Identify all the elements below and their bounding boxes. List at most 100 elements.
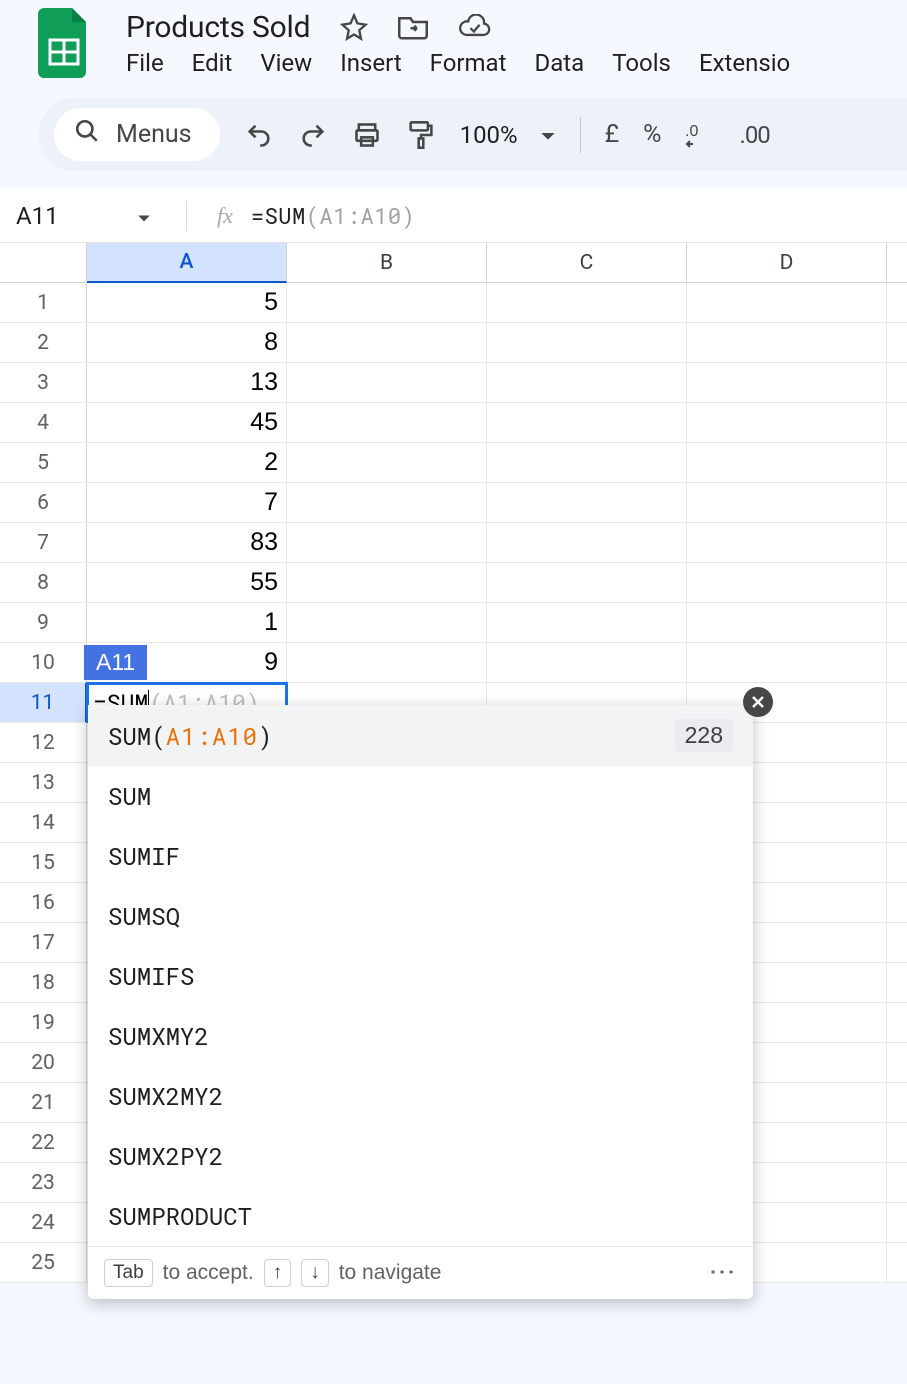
row-header[interactable]: 17 <box>0 923 87 962</box>
row-header[interactable]: 12 <box>0 723 87 762</box>
row-header[interactable]: 24 <box>0 1203 87 1242</box>
row-header[interactable]: 2 <box>0 323 87 362</box>
document-title[interactable]: Products Sold <box>126 10 310 45</box>
row-header[interactable]: 5 <box>0 443 87 482</box>
row-header[interactable]: 9 <box>0 603 87 642</box>
more-icon[interactable]: ⋮ <box>719 1259 727 1287</box>
cell[interactable] <box>287 323 487 362</box>
row-header[interactable]: 19 <box>0 1003 87 1042</box>
print-icon[interactable] <box>352 120 382 150</box>
increase-decimal-icon[interactable]: .00 <box>739 121 769 149</box>
cell[interactable] <box>687 523 887 562</box>
currency-button[interactable]: £ <box>605 120 620 149</box>
cell[interactable] <box>687 403 887 442</box>
cell[interactable] <box>287 443 487 482</box>
cell[interactable] <box>687 283 887 322</box>
cell[interactable]: 8 <box>87 323 287 362</box>
undo-icon[interactable] <box>244 120 274 150</box>
cell[interactable] <box>287 563 487 602</box>
autocomplete-item[interactable]: SUMXMY2 <box>88 1006 753 1066</box>
cell[interactable] <box>487 363 687 402</box>
menu-edit[interactable]: Edit <box>192 49 233 77</box>
menu-view[interactable]: View <box>260 49 312 77</box>
row-header[interactable]: 1 <box>0 283 87 322</box>
cell[interactable] <box>487 643 687 682</box>
row-header[interactable]: 8 <box>0 563 87 602</box>
move-folder-icon[interactable] <box>398 14 428 40</box>
formula-input[interactable]: =SUM(A1:A10) <box>251 201 415 230</box>
row-header[interactable]: 4 <box>0 403 87 442</box>
cloud-saved-icon[interactable] <box>458 14 492 40</box>
cell[interactable]: 7 <box>87 483 287 522</box>
cell[interactable] <box>687 363 887 402</box>
name-box[interactable]: A11 <box>16 202 186 230</box>
cell[interactable] <box>487 403 687 442</box>
autocomplete-item[interactable]: SUMIF <box>88 826 753 886</box>
menu-tools[interactable]: Tools <box>612 49 671 77</box>
redo-icon[interactable] <box>298 120 328 150</box>
cell[interactable]: 13 <box>87 363 287 402</box>
row-header[interactable]: 6 <box>0 483 87 522</box>
star-icon[interactable] <box>340 13 368 41</box>
row-header[interactable]: 22 <box>0 1123 87 1162</box>
cell[interactable] <box>287 603 487 642</box>
row-header[interactable]: 7 <box>0 523 87 562</box>
row-header[interactable]: 10 <box>0 643 87 682</box>
cell[interactable] <box>487 523 687 562</box>
chevron-down-icon[interactable] <box>540 121 556 149</box>
cell[interactable] <box>287 643 487 682</box>
cell[interactable] <box>687 323 887 362</box>
cell[interactable] <box>487 283 687 322</box>
cell[interactable]: 83 <box>87 523 287 562</box>
cell[interactable] <box>687 483 887 522</box>
autocomplete-item[interactable]: SUMSQ <box>88 886 753 946</box>
autocomplete-item[interactable]: SUMIFS <box>88 946 753 1006</box>
column-header-c[interactable]: C <box>487 243 687 282</box>
menu-format[interactable]: Format <box>430 49 507 77</box>
close-icon[interactable] <box>743 687 773 717</box>
menu-data[interactable]: Data <box>534 49 584 77</box>
row-header[interactable]: 16 <box>0 883 87 922</box>
autocomplete-item-first[interactable]: SUM(A1:A10) 228 <box>88 705 753 766</box>
menus-search[interactable]: Menus <box>54 108 220 161</box>
cell[interactable]: 55 <box>87 563 287 602</box>
row-header[interactable]: 15 <box>0 843 87 882</box>
cell[interactable]: 45 <box>87 403 287 442</box>
row-header[interactable]: 20 <box>0 1043 87 1082</box>
cell[interactable] <box>287 483 487 522</box>
menu-extensions[interactable]: Extensio <box>699 49 790 77</box>
cell[interactable] <box>287 283 487 322</box>
menu-file[interactable]: File <box>126 49 164 77</box>
column-header-a[interactable]: A <box>87 243 287 283</box>
cell[interactable] <box>487 483 687 522</box>
column-header-b[interactable]: B <box>287 243 487 282</box>
row-header[interactable]: 13 <box>0 763 87 802</box>
autocomplete-item[interactable]: SUM <box>88 766 753 826</box>
row-header[interactable]: 18 <box>0 963 87 1002</box>
cell[interactable]: 5 <box>87 283 287 322</box>
cell[interactable]: 2 <box>87 443 287 482</box>
select-all-corner[interactable] <box>0 243 87 282</box>
percent-button[interactable]: % <box>643 120 661 149</box>
menu-insert[interactable]: Insert <box>340 49 401 77</box>
cell[interactable] <box>687 443 887 482</box>
row-header[interactable]: 23 <box>0 1163 87 1202</box>
cell[interactable]: 1 <box>87 603 287 642</box>
autocomplete-item[interactable]: SUMPRODUCT <box>88 1186 753 1246</box>
cell[interactable] <box>287 523 487 562</box>
cell[interactable] <box>687 643 887 682</box>
cell[interactable] <box>687 563 887 602</box>
decrease-decimal-icon[interactable]: .0 <box>685 120 715 150</box>
row-header[interactable]: 21 <box>0 1083 87 1122</box>
cell[interactable] <box>487 323 687 362</box>
cell[interactable] <box>487 603 687 642</box>
cell[interactable] <box>687 603 887 642</box>
cell[interactable] <box>287 403 487 442</box>
paint-format-icon[interactable] <box>406 120 436 150</box>
row-header[interactable]: 14 <box>0 803 87 842</box>
autocomplete-item[interactable]: SUMX2MY2 <box>88 1066 753 1126</box>
column-header-d[interactable]: D <box>687 243 887 282</box>
cell[interactable] <box>487 563 687 602</box>
autocomplete-item[interactable]: SUMX2PY2 <box>88 1126 753 1186</box>
cell[interactable] <box>287 363 487 402</box>
